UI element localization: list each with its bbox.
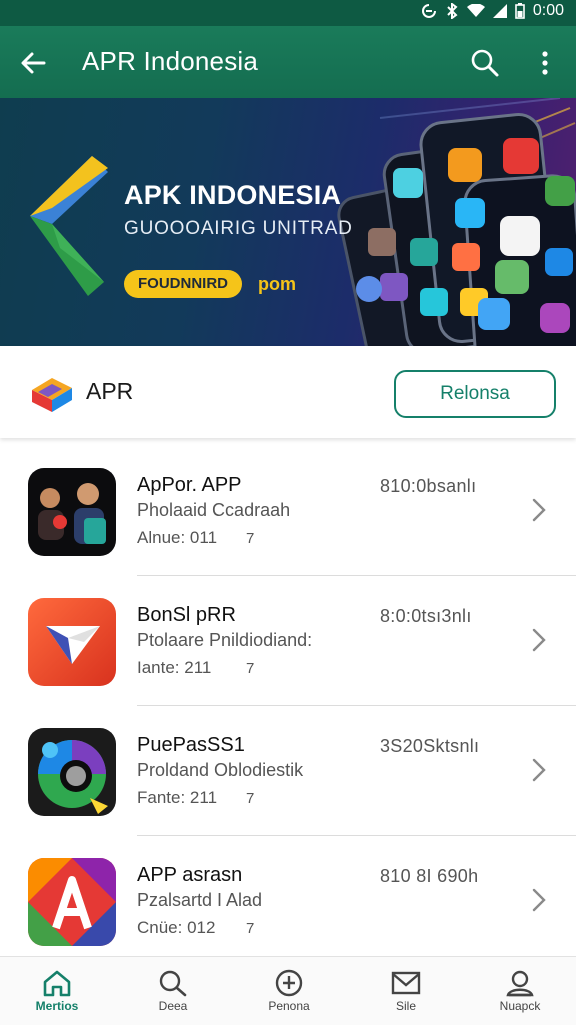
bottom-navigation: Mertios Deea Penona Sile Nuapck bbox=[0, 956, 576, 1025]
apr-logo-icon bbox=[28, 372, 76, 414]
chevron-right-icon[interactable] bbox=[532, 628, 546, 652]
wifi-icon bbox=[466, 4, 485, 18]
back-arrow-icon[interactable] bbox=[20, 50, 46, 76]
page-title: APR Indonesia bbox=[82, 46, 259, 76]
banner-logo-icon bbox=[30, 156, 108, 296]
app-name: ApPor. APP bbox=[137, 474, 242, 496]
app-rating: 7 bbox=[246, 920, 255, 937]
bluetooth-icon bbox=[445, 3, 459, 19]
app-size: 3S20Sktsnlı bbox=[380, 736, 480, 756]
app-rating: 7 bbox=[246, 660, 255, 677]
nav-item-profile[interactable]: Nuapck bbox=[472, 957, 568, 1025]
search-icon bbox=[159, 970, 187, 997]
app-description: Proldand Oblodiestik bbox=[137, 760, 304, 780]
nav-label: Penona bbox=[268, 999, 310, 1013]
nav-label: Nuapck bbox=[499, 999, 541, 1013]
search-icon[interactable] bbox=[470, 48, 500, 78]
app-size: 810:0bsanlı bbox=[380, 476, 477, 496]
vpn-icon bbox=[421, 3, 437, 19]
signal-icon bbox=[492, 4, 507, 18]
app-description: Ptolaare Pnildiodiand: bbox=[137, 630, 313, 650]
list-item[interactable]: APP asrasn Pzalsartd I Alad Cnüe: 012 7 … bbox=[0, 836, 576, 966]
app-meta: Fante: 211 bbox=[137, 788, 218, 807]
app-meta: Cnüe: 012 bbox=[137, 918, 216, 937]
list-item[interactable]: PuePasSS1 Proldand Oblodiestik Fante: 21… bbox=[0, 706, 576, 836]
status-icons: 0:00 bbox=[421, 2, 564, 20]
release-button[interactable]: Relonsa bbox=[394, 370, 556, 418]
app-meta: Alnue: 011 bbox=[137, 528, 218, 547]
battery-icon bbox=[515, 3, 525, 19]
app-bar: APR Indonesia bbox=[0, 26, 576, 98]
app-size: 8:0:0tsı3nlı bbox=[380, 606, 472, 626]
promo-banner[interactable]: APK INDONESIA GUOOOAIRIG UNITRAD FOUDNNI… bbox=[0, 98, 576, 346]
app-name: PuePasSS1 bbox=[137, 734, 245, 756]
app-description: Pholaaid Ccadraah bbox=[137, 500, 291, 520]
chevron-right-icon[interactable] bbox=[532, 498, 546, 522]
app-name: BonSl pRR bbox=[137, 604, 236, 626]
nav-item-search[interactable]: Deea bbox=[125, 957, 221, 1025]
app-meta: Iante: 211 bbox=[137, 658, 212, 677]
more-vert-icon[interactable] bbox=[538, 48, 552, 78]
chevron-right-icon[interactable] bbox=[532, 758, 546, 782]
profile-icon bbox=[506, 970, 534, 997]
app-size: 810 8I 690h bbox=[380, 866, 479, 886]
list-item[interactable]: BonSl pRR Ptolaare Pnildiodiand: Iante: … bbox=[0, 576, 576, 706]
nav-label: Deea bbox=[158, 999, 188, 1013]
banner-pill[interactable]: FOUDNNIRD bbox=[124, 270, 242, 298]
section-label: APR bbox=[86, 378, 134, 404]
app-icon-shield bbox=[28, 598, 116, 686]
app-description: Pzalsartd I Alad bbox=[137, 890, 263, 910]
nav-item-download[interactable]: Penona bbox=[241, 957, 337, 1025]
mail-icon bbox=[391, 971, 421, 995]
home-icon bbox=[43, 970, 71, 997]
app-rating: 7 bbox=[246, 790, 255, 807]
banner-title: APK INDONESIA bbox=[124, 180, 342, 210]
app-icon-letter-a bbox=[28, 858, 116, 946]
download-icon bbox=[275, 969, 303, 997]
nav-label: Mertios bbox=[35, 999, 79, 1013]
banner-subtitle: GUOOOAIRIG UNITRAD bbox=[124, 218, 353, 239]
nav-item-mail[interactable]: Sile bbox=[358, 957, 454, 1025]
app-rating: 7 bbox=[246, 530, 255, 547]
status-time: 0:00 bbox=[532, 2, 564, 19]
nav-item-home[interactable]: Mertios bbox=[9, 957, 105, 1025]
section-header: APR Relonsa bbox=[0, 346, 576, 438]
app-icon-photo bbox=[28, 468, 116, 556]
chevron-right-icon[interactable] bbox=[532, 888, 546, 912]
list-item[interactable]: ApPor. APP Pholaaid Ccadraah Alnue: 011 … bbox=[0, 446, 576, 576]
app-icon-lens bbox=[28, 728, 116, 816]
phones-illustration bbox=[337, 113, 576, 346]
nav-label: Sile bbox=[395, 999, 416, 1013]
banner-pill-suffix: pom bbox=[258, 274, 296, 294]
status-bar: 0:00 bbox=[0, 0, 576, 26]
app-name: APP asrasn bbox=[137, 864, 243, 886]
